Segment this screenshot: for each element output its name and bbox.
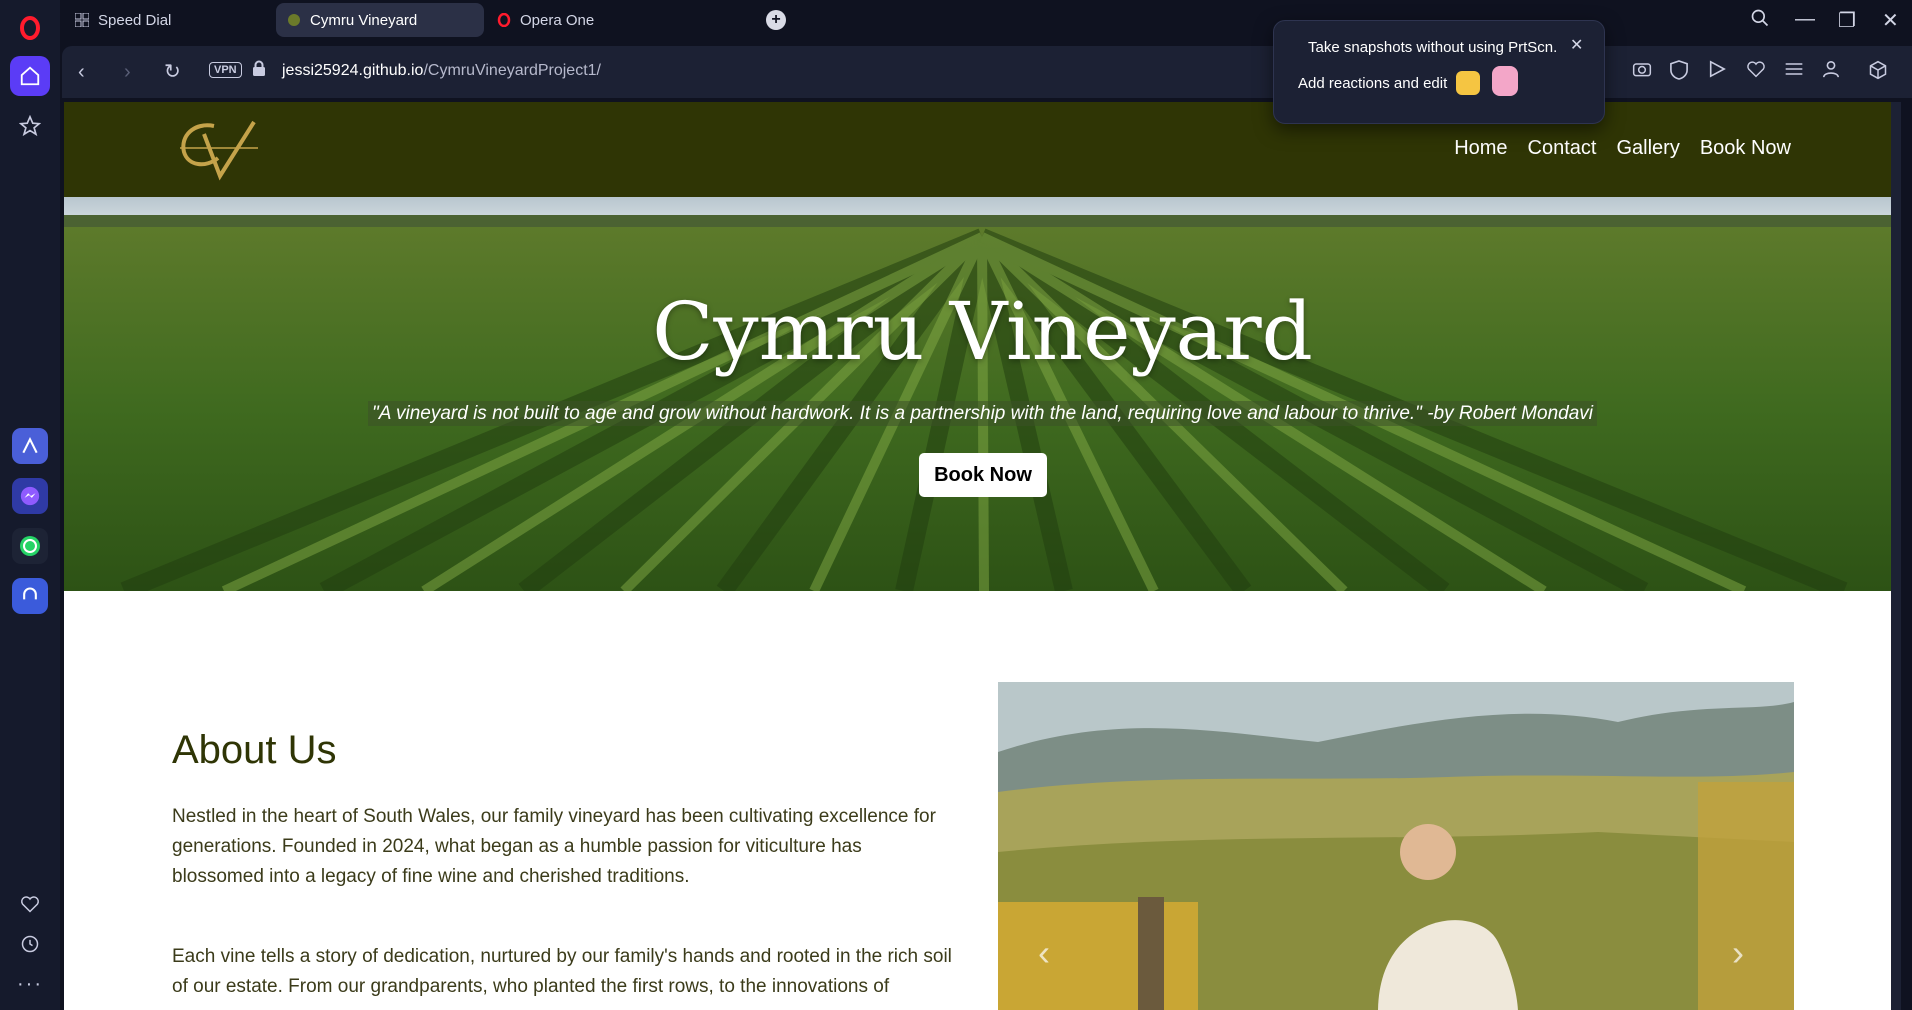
- search-tabs-icon[interactable]: [1750, 8, 1770, 34]
- tab-cymru-vineyard[interactable]: Cymru Vineyard: [276, 3, 484, 37]
- popup-line-1: Take snapshots without using PrtScn.: [1308, 39, 1558, 56]
- hero-quote: "A vineyard is not built to age and grow…: [64, 401, 1901, 426]
- back-icon[interactable]: ‹: [78, 60, 85, 84]
- vpn-badge[interactable]: VPN: [209, 62, 242, 78]
- lock-icon[interactable]: [252, 60, 266, 84]
- vineyard-favicon-icon: [286, 12, 302, 28]
- heart-icon[interactable]: [10, 884, 50, 924]
- nav-gallery[interactable]: Gallery: [1616, 137, 1679, 160]
- url-path: /CymruVineyardProject1/: [423, 62, 601, 79]
- about-paragraph-1: Nestled in the heart of South Wales, our…: [172, 806, 936, 887]
- vineyard-hero-image: [64, 197, 1901, 591]
- send-play-icon[interactable]: [1708, 60, 1726, 83]
- tab-strip: Speed Dial Cymru Vineyard Opera One + — …: [60, 0, 1912, 40]
- whatsapp-icon[interactable]: [12, 528, 48, 564]
- site-header: Home Contact Gallery Book Now: [64, 102, 1901, 197]
- cymru-vineyard-logo[interactable]: [174, 116, 264, 182]
- tab-speed-dial[interactable]: Speed Dial: [64, 3, 264, 37]
- address-toolbar: ‹ › ↻ VPN jessi25924.github.io/CymruVine…: [62, 46, 1912, 98]
- address-field[interactable]: jessi25924.github.io/CymruVineyardProjec…: [282, 62, 601, 80]
- browser-window: ··· Speed Dial Cymru Vineyard Opera One …: [0, 0, 1912, 1010]
- snapshot-camera-icon[interactable]: [1632, 60, 1652, 83]
- about-paragraph-2: Each vine tells a story of dedication, n…: [172, 946, 952, 997]
- more-options-icon[interactable]: ···: [10, 964, 50, 1004]
- page-scrollbar[interactable]: [1891, 102, 1901, 1010]
- hero-quote-text: "A vineyard is not built to age and grow…: [368, 401, 1597, 426]
- restore-icon[interactable]: ❐: [1838, 8, 1856, 33]
- tab-opera-one[interactable]: Opera One: [486, 3, 686, 37]
- opera-sidebar: ···: [0, 0, 60, 1010]
- new-tab-button[interactable]: +: [766, 10, 786, 30]
- nav-book-now[interactable]: Book Now: [1700, 137, 1791, 160]
- tab-label: Opera One: [520, 11, 595, 29]
- favorites-heart-icon[interactable]: [1746, 60, 1766, 83]
- popup-line-2: Add reactions and edit: [1298, 75, 1448, 92]
- about-carousel-image: ‹ ›: [998, 682, 1794, 1010]
- history-clock-icon[interactable]: [10, 924, 50, 964]
- home-icon[interactable]: [10, 56, 50, 96]
- opera-logo-icon: [496, 12, 512, 28]
- close-popup-icon[interactable]: ✕: [1570, 35, 1583, 55]
- speed-dial-icon: [74, 12, 90, 28]
- tab-label: Speed Dial: [98, 11, 172, 29]
- url-host: jessi25924.github.io: [282, 62, 424, 79]
- vineyard-woman-image: [998, 682, 1794, 1010]
- carousel-next-icon[interactable]: ›: [1732, 932, 1744, 974]
- hero-book-now-button[interactable]: Book Now: [919, 453, 1047, 497]
- extensions-cube-icon[interactable]: [1868, 60, 1888, 85]
- hero-title: Cymru Vineyard: [652, 285, 1313, 378]
- forward-icon[interactable]: ›: [124, 60, 131, 84]
- carousel-prev-icon[interactable]: ‹: [1038, 932, 1050, 974]
- minimize-icon[interactable]: —: [1795, 8, 1815, 31]
- close-window-icon[interactable]: ✕: [1882, 8, 1899, 33]
- about-us-heading: About Us: [172, 728, 337, 772]
- reaction-emoji-icon: [1456, 71, 1480, 95]
- nav-home[interactable]: Home: [1454, 137, 1507, 160]
- messenger-icon[interactable]: [12, 478, 48, 514]
- main-nav: Home Contact Gallery Book Now: [1454, 137, 1791, 160]
- nav-contact[interactable]: Contact: [1528, 137, 1597, 160]
- profile-icon[interactable]: [1822, 60, 1840, 83]
- bookmarks-star-icon[interactable]: [10, 106, 50, 146]
- web-page: Home Contact Gallery Book Now Cymru Vine…: [64, 102, 1901, 1010]
- reload-icon[interactable]: ↻: [164, 60, 181, 84]
- opera-menu-icon[interactable]: [10, 8, 50, 48]
- tab-label: Cymru Vineyard: [310, 11, 418, 29]
- cat-reaction-icon: [1492, 66, 1518, 96]
- hero-section: Cymru Vineyard "A vineyard is not built …: [64, 197, 1901, 591]
- music-player-icon[interactable]: [12, 578, 48, 614]
- easy-setup-sliders-icon[interactable]: [1784, 60, 1804, 83]
- ad-blocker-shield-icon[interactable]: [1670, 60, 1688, 85]
- snapshot-tip-popup: Take snapshots without using PrtScn. Add…: [1273, 20, 1605, 124]
- aria-ai-icon[interactable]: [12, 428, 48, 464]
